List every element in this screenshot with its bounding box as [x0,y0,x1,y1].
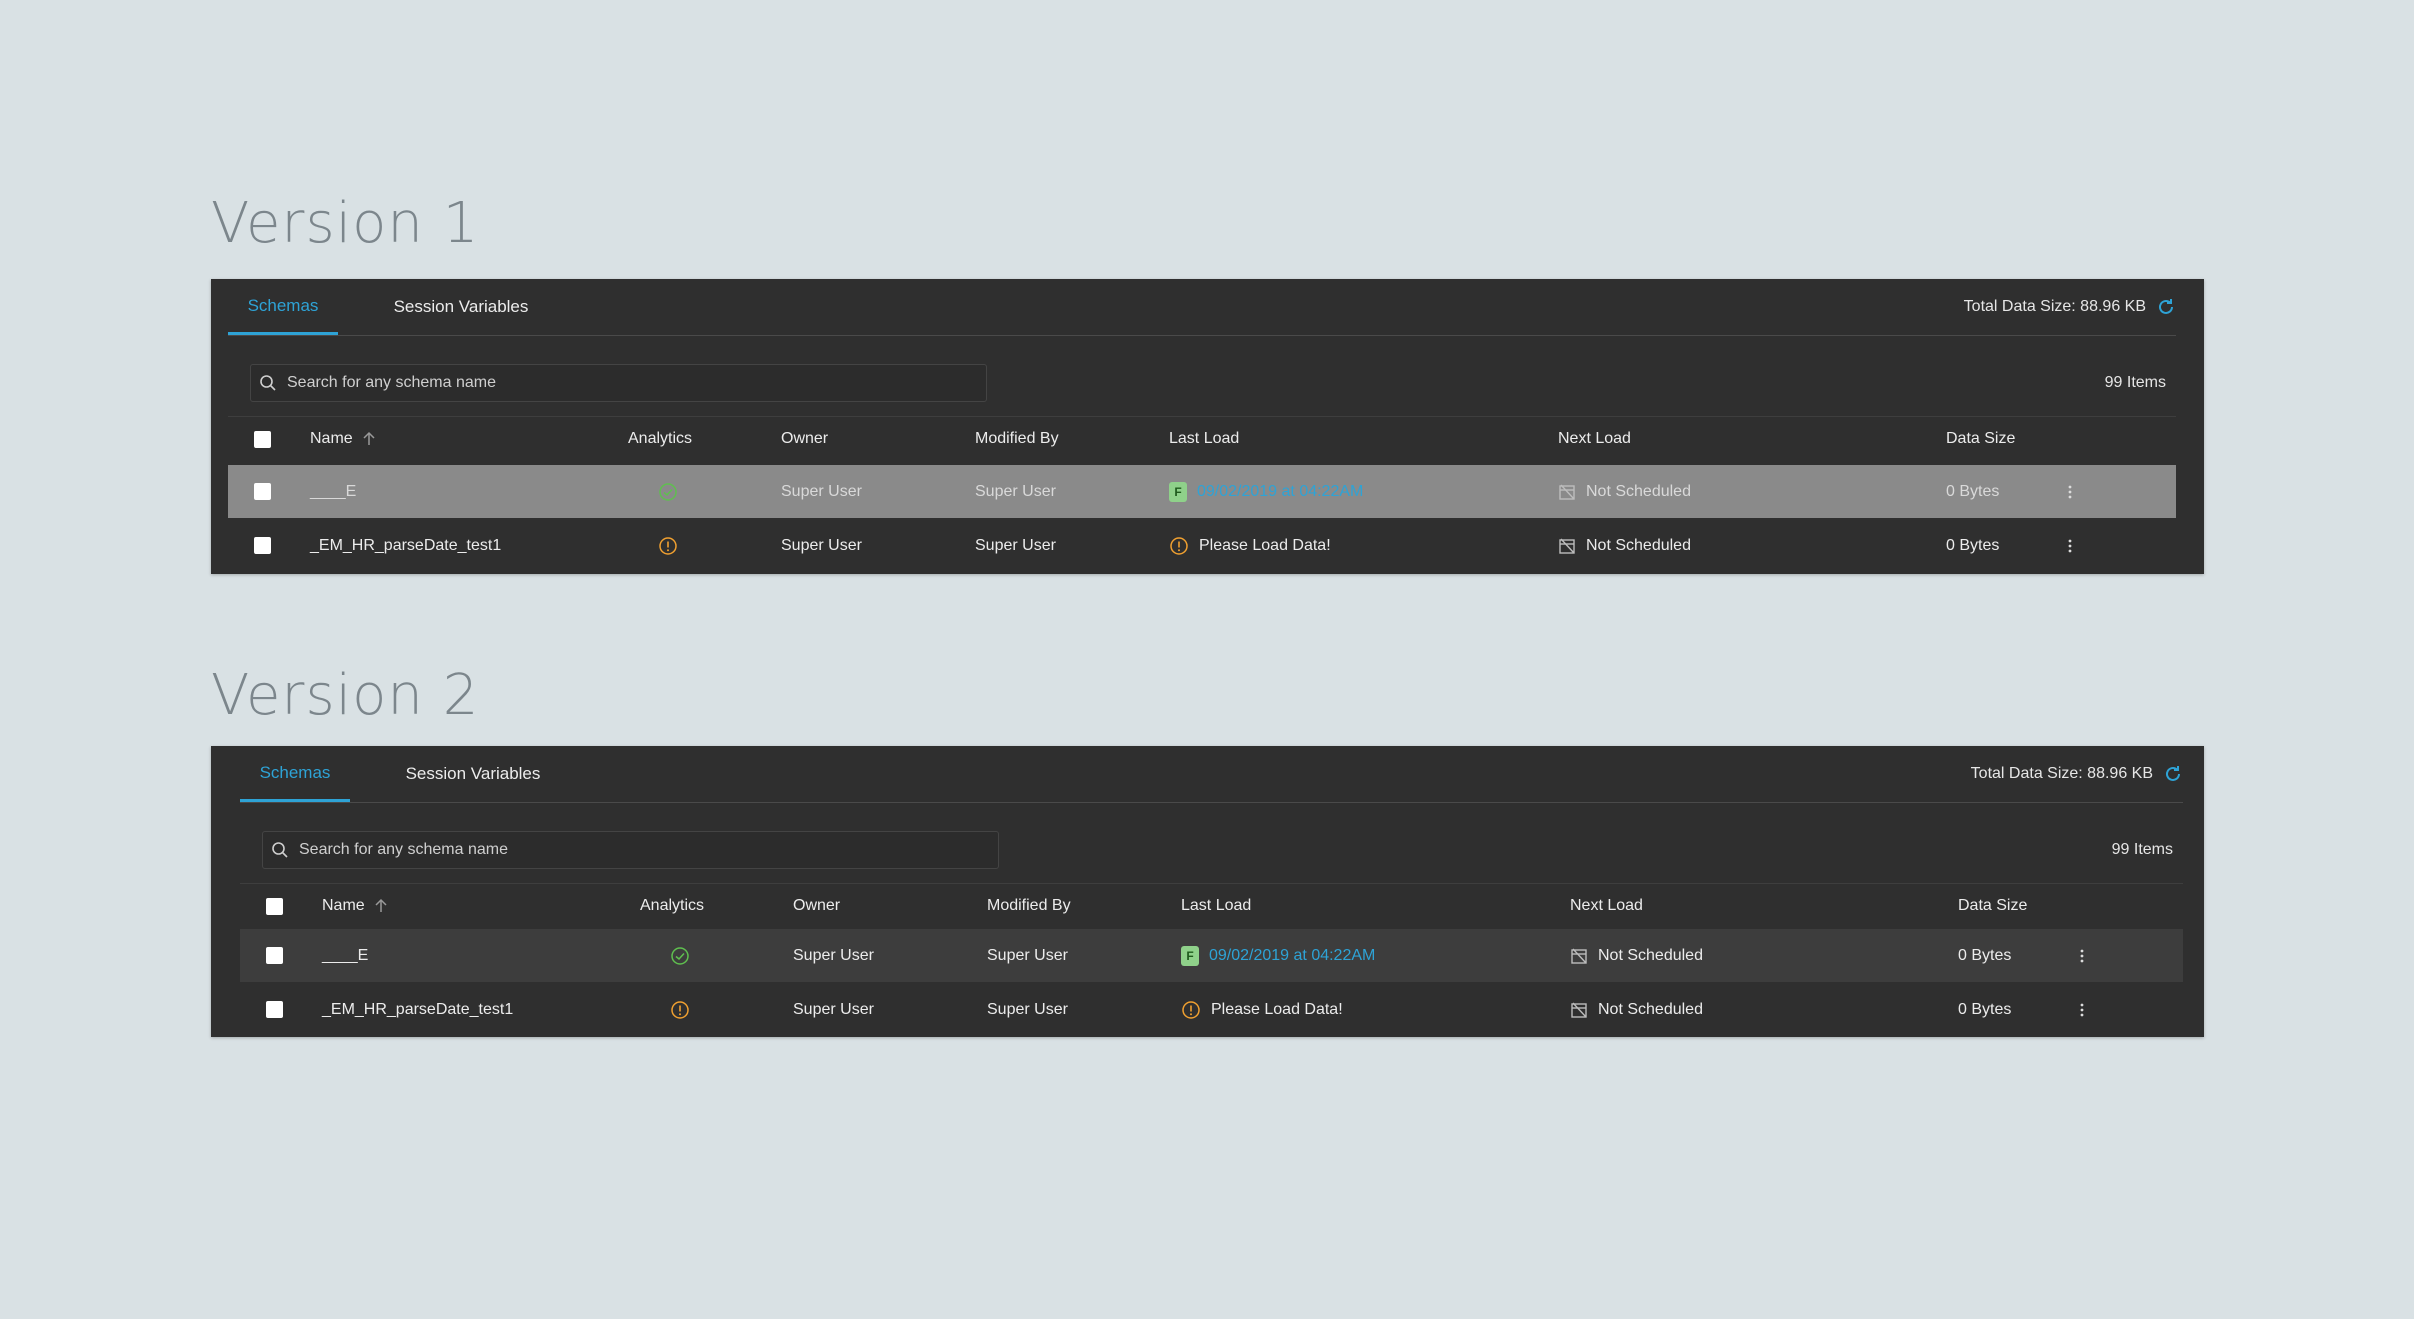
more-vertical-icon[interactable] [2067,537,2073,555]
row-checkbox[interactable] [266,1001,283,1018]
total-data-size-label: Total Data Size: 88.96 KB [1963,298,2146,315]
column-header-data-size[interactable]: Data Size [1946,417,2015,461]
check-circle-icon [670,946,690,966]
table-row[interactable]: ____E Super User Super User F 09/02/2019… [228,465,2176,518]
search-box [250,364,987,402]
column-header-modified-by[interactable]: Modified By [987,884,1071,928]
next-load: Not Scheduled [1586,482,1691,500]
total-data-size: Total Data Size: 88.96 KB [1971,746,2183,802]
column-header-next-load[interactable]: Next Load [1558,417,1631,461]
warning-circle-icon [1169,536,1189,556]
owner: Super User [781,482,862,500]
calendar-off-icon [1570,1001,1588,1019]
tab-session-variables[interactable]: Session Variables [388,746,558,802]
tab-schemas[interactable]: Schemas [228,279,338,335]
check-circle-icon [658,482,678,502]
schema-name[interactable]: _EM_HR_parseDate_test1 [310,519,501,572]
data-size: 0 Bytes [1946,536,2000,554]
select-all-checkbox[interactable] [254,430,271,448]
data-size: 0 Bytes [1958,1000,2012,1018]
table-header: Name Analytics Owner Modified By Last Lo… [228,416,2176,461]
more-vertical-icon[interactable] [2079,947,2085,965]
column-header-name-label: Name [310,430,353,447]
search-input[interactable] [285,373,969,393]
owner: Super User [781,536,862,554]
schema-name[interactable]: _EM_HR_parseDate_test1 [322,983,513,1036]
column-header-name[interactable]: Name [322,884,389,928]
search-icon [259,374,277,392]
modified-by: Super User [987,1000,1068,1018]
last-load-status: Please Load Data! [1211,1000,1343,1018]
column-header-analytics[interactable]: Analytics [628,417,692,461]
data-size: 0 Bytes [1958,946,2012,964]
total-data-size: Total Data Size: 88.96 KB [1964,279,2176,335]
file-icon: F [1181,945,1199,966]
more-vertical-icon[interactable] [2067,483,2073,501]
table-row[interactable]: _EM_HR_parseDate_test1 Super User Super … [240,983,2183,1036]
column-header-name[interactable]: Name [310,417,377,461]
refresh-icon[interactable] [2163,764,2183,784]
table-row[interactable]: _EM_HR_parseDate_test1 Super User Super … [228,519,2176,572]
column-header-data-size[interactable]: Data Size [1958,884,2027,928]
column-header-next-load[interactable]: Next Load [1570,884,1643,928]
schema-name[interactable]: ____E [322,929,368,982]
column-header-owner[interactable]: Owner [781,417,828,461]
tabs-bar: Schemas Session Variables Total Data Siz… [240,746,2183,803]
row-checkbox[interactable] [254,483,271,500]
version-2-title: Version 2 [211,663,480,728]
calendar-off-icon [1558,537,1576,555]
sort-ascending-icon[interactable] [361,431,377,447]
last-load-link[interactable]: 09/02/2019 at 04:22AM [1209,947,1375,965]
select-all-checkbox[interactable] [266,897,283,915]
tab-schemas[interactable]: Schemas [240,746,350,802]
search-box [262,831,999,869]
column-header-analytics[interactable]: Analytics [640,884,704,928]
column-header-modified-by[interactable]: Modified By [975,417,1059,461]
table-row[interactable]: ____E Super User Super User F 09/02/2019… [240,929,2183,982]
modified-by: Super User [975,536,1056,554]
column-header-owner[interactable]: Owner [793,884,840,928]
table-header: Name Analytics Owner Modified By Last Lo… [240,883,2183,928]
schemas-panel-v1: Schemas Session Variables Total Data Siz… [211,279,2204,574]
next-load: Not Scheduled [1598,946,1703,964]
last-load-status: Please Load Data! [1199,536,1331,554]
warning-circle-icon [670,1000,690,1020]
row-checkbox[interactable] [254,537,271,554]
schema-name[interactable]: ____E [310,465,356,518]
schemas-panel-v2: Schemas Session Variables Total Data Siz… [211,746,2204,1037]
row-checkbox[interactable] [266,947,283,964]
file-icon: F [1169,481,1187,502]
items-count: 99 Items [2104,374,2166,391]
next-load: Not Scheduled [1598,1000,1703,1018]
modified-by: Super User [987,946,1068,964]
owner: Super User [793,946,874,964]
sort-ascending-icon[interactable] [373,898,389,914]
total-data-size-label: Total Data Size: 88.96 KB [1970,765,2153,782]
tab-session-variables[interactable]: Session Variables [376,279,546,335]
column-header-last-load[interactable]: Last Load [1181,884,1251,928]
warning-circle-icon [1181,1000,1201,1020]
items-count: 99 Items [2111,841,2173,858]
data-size: 0 Bytes [1946,482,2000,500]
owner: Super User [793,1000,874,1018]
next-load: Not Scheduled [1586,536,1691,554]
calendar-off-icon [1570,947,1588,965]
more-vertical-icon[interactable] [2079,1001,2085,1019]
version-1-title: Version 1 [211,191,480,256]
calendar-off-icon [1558,483,1576,501]
column-header-last-load[interactable]: Last Load [1169,417,1239,461]
last-load-link[interactable]: 09/02/2019 at 04:22AM [1197,483,1363,501]
column-header-name-label: Name [322,897,365,914]
modified-by: Super User [975,482,1056,500]
refresh-icon[interactable] [2156,297,2176,317]
search-input[interactable] [297,840,981,860]
search-icon [271,841,289,859]
tabs-bar: Schemas Session Variables Total Data Siz… [228,279,2176,336]
warning-circle-icon [658,536,678,556]
